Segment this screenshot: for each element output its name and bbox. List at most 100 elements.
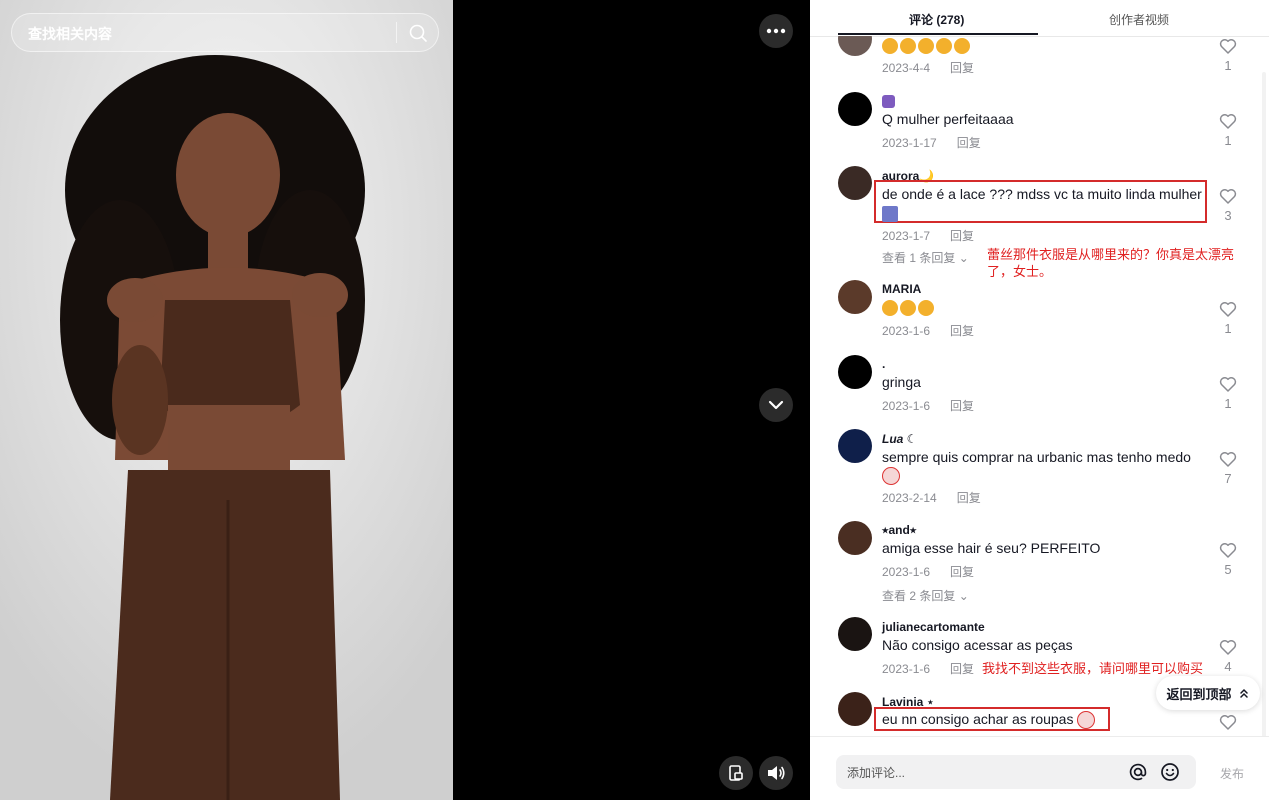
avatar[interactable] xyxy=(838,280,872,314)
clown-emoji xyxy=(1077,711,1096,730)
search-bar[interactable] xyxy=(11,13,439,53)
chevron-up-icon xyxy=(1239,688,1248,698)
comment-date: 2023-1-7 xyxy=(882,229,931,243)
tab-underline xyxy=(838,33,1038,35)
reply-button[interactable]: 回复 xyxy=(950,229,974,243)
like-count: 3 xyxy=(1224,208,1232,223)
volume-button[interactable] xyxy=(759,756,793,790)
reply-button[interactable]: 回复 xyxy=(950,399,974,413)
avatar[interactable] xyxy=(838,355,872,389)
reply-button[interactable]: 回复 xyxy=(950,324,974,338)
comment-date: 2023-1-17 xyxy=(882,136,937,150)
tab-creator-videos[interactable]: 创作者视频 xyxy=(1109,11,1169,28)
comment-meta: 2023-1-6 回复 xyxy=(882,322,974,339)
comment-text: amiga esse hair é seu? PERFEITO xyxy=(882,540,1101,556)
like-count: 4 xyxy=(1224,659,1232,674)
comment-text: sempre quis comprar na urbanic mas tenho… xyxy=(882,449,1191,465)
reply-button[interactable]: 回复 xyxy=(950,565,974,579)
like-button[interactable]: 1 xyxy=(1218,113,1238,148)
username[interactable]: MARIA xyxy=(882,282,921,296)
heart-eyes-emoji xyxy=(936,38,952,55)
reply-button[interactable]: 回复 xyxy=(950,662,974,676)
picture-in-picture-button[interactable] xyxy=(719,756,753,790)
heart-eyes-emoji xyxy=(900,300,916,317)
chevron-down-icon: ⌄ xyxy=(958,589,969,603)
comment-emoji-line xyxy=(882,204,900,223)
video-frame[interactable] xyxy=(0,0,453,800)
comment-list[interactable]: 2023-4-4 回复 1 Q mulher perfeitaaaa 2023-1… xyxy=(810,36,1269,736)
praying-emoji xyxy=(882,206,898,223)
comment-meta: 2023-1-6 回复 xyxy=(882,397,974,414)
comment-date: 2023-1-6 xyxy=(882,662,931,676)
username[interactable]: ⭒and⭒ xyxy=(882,523,916,538)
avatar[interactable] xyxy=(838,36,872,56)
like-count: 1 xyxy=(1224,321,1232,336)
translation-annotation: 我找不到这些衣服，请问哪里可以购买 xyxy=(982,661,1204,676)
heart-icon xyxy=(1219,452,1237,467)
comment-meta: 2023-4-4 回复 xyxy=(882,59,974,76)
heart-eyes-emoji xyxy=(918,38,934,55)
like-button[interactable]: 1 xyxy=(1218,38,1238,73)
comment-date: 2023-4-4 xyxy=(882,61,931,75)
heart-eyes-emoji xyxy=(882,300,898,317)
search-icon[interactable] xyxy=(407,22,429,44)
chevron-down-icon xyxy=(768,400,784,410)
username[interactable]: julianecartomante xyxy=(882,620,985,634)
like-button[interactable]: 5 xyxy=(1218,542,1238,577)
like-button[interactable]: 1 xyxy=(1218,376,1238,411)
like-count: 1 xyxy=(1224,58,1232,73)
like-count: 7 xyxy=(1224,471,1232,486)
avatar[interactable] xyxy=(838,429,872,463)
heart-eyes-emoji xyxy=(900,38,916,55)
comment-date: 2023-1-6 xyxy=(882,324,931,338)
username[interactable]: . xyxy=(882,357,885,371)
scrollbar[interactable] xyxy=(1261,72,1267,736)
more-button[interactable] xyxy=(759,14,793,48)
reply-button[interactable]: 回复 xyxy=(950,61,974,75)
search-input[interactable] xyxy=(26,14,390,53)
like-count: 5 xyxy=(1224,562,1232,577)
post-button[interactable]: 发布 xyxy=(1220,765,1244,782)
username[interactable]: Lua ☾ xyxy=(882,432,917,446)
comment-input-box[interactable] xyxy=(836,755,1196,791)
reply-button[interactable]: 回复 xyxy=(957,136,981,150)
comment-text: Q mulher perfeitaaaa xyxy=(882,111,1014,127)
at-icon[interactable] xyxy=(1128,762,1148,782)
heart-icon xyxy=(1219,114,1237,129)
like-button[interactable]: 7 xyxy=(1218,451,1238,486)
like-button[interactable]: 4 xyxy=(1218,639,1238,674)
username[interactable] xyxy=(882,94,897,109)
view-replies-button[interactable]: 查看 2 条回复 ⌄ xyxy=(882,587,969,604)
comment-text: gringa xyxy=(882,374,921,390)
like-button[interactable]: 3 xyxy=(1218,188,1238,223)
comment-date: 2023-2-14 xyxy=(882,491,937,505)
back-to-top-label: 返回到顶部 xyxy=(1166,686,1232,702)
avatar[interactable] xyxy=(838,692,872,726)
comment-date: 2023-1-6 xyxy=(882,399,931,413)
comment-input[interactable] xyxy=(845,755,1119,791)
emoji-icon[interactable] xyxy=(1160,762,1180,782)
like-button[interactable] xyxy=(1218,714,1238,730)
view-replies-button[interactable]: 查看 1 条回复 ⌄ xyxy=(882,249,969,266)
comment-text xyxy=(882,298,936,317)
avatar[interactable] xyxy=(838,166,872,200)
next-video-button[interactable] xyxy=(759,388,793,422)
tab-comments[interactable]: 评论 (278) xyxy=(909,11,964,28)
comment-text: de onde é a lace ??? mdss vc ta muito li… xyxy=(882,186,1202,202)
avatar[interactable] xyxy=(838,521,872,555)
comment-meta: 2023-1-6 回复 xyxy=(882,563,974,580)
pip-icon xyxy=(729,765,743,781)
like-button[interactable]: 1 xyxy=(1218,301,1238,336)
back-to-top-button[interactable]: 返回到顶部 xyxy=(1156,676,1260,710)
heart-eyes-emoji xyxy=(954,38,970,55)
reply-button[interactable]: 回复 xyxy=(957,491,981,505)
video-image xyxy=(0,0,453,800)
view-replies-label: 查看 2 条回复 xyxy=(882,589,956,603)
avatar[interactable] xyxy=(838,617,872,651)
avatar[interactable] xyxy=(838,92,872,126)
comment-text: eu nn consigo achar as roupas xyxy=(882,710,1097,730)
clown-emoji xyxy=(882,467,900,486)
comment-text-content: eu nn consigo achar as roupas xyxy=(882,711,1074,727)
heart-icon xyxy=(1219,543,1237,558)
heart-eyes-emoji xyxy=(918,300,934,317)
